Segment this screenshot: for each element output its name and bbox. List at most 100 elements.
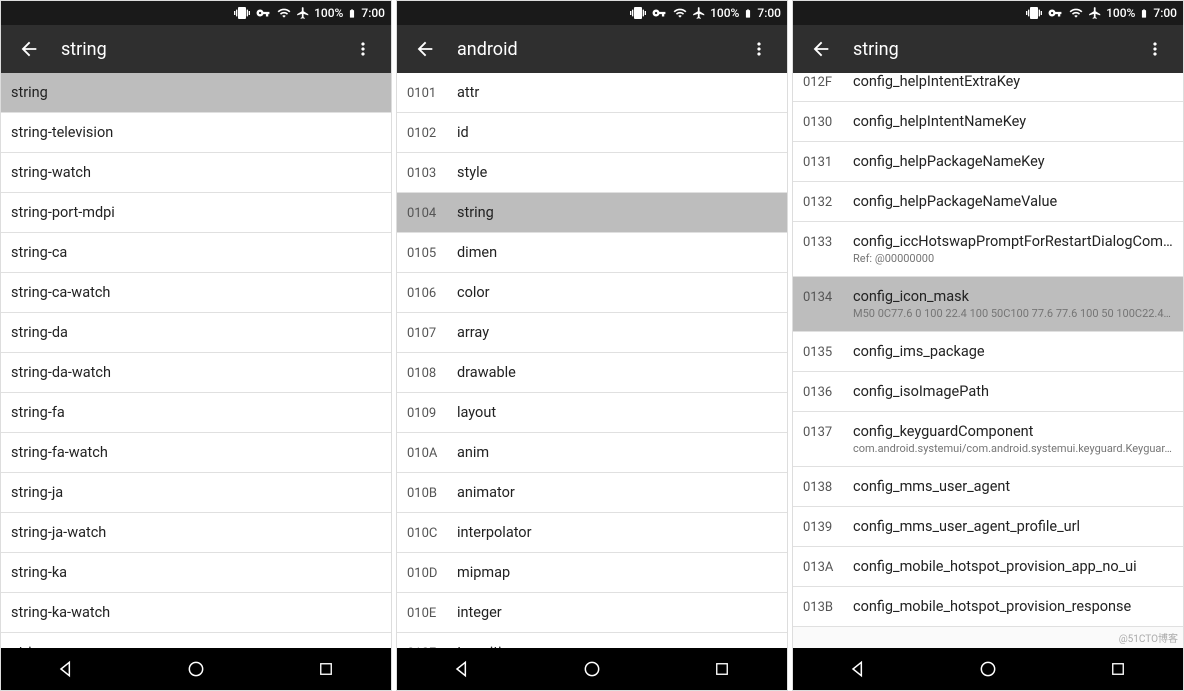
list-item-label: config_helpPackageNameKey <box>853 153 1173 170</box>
nav-recents-button[interactable] <box>692 648 752 690</box>
list-item-index: 0130 <box>803 113 841 130</box>
list-item[interactable]: 013Bconfig_mobile_hotspot_provision_resp… <box>793 587 1183 627</box>
list-view[interactable]: 012Fconfig_helpIntentExtraKey 0130config… <box>793 73 1183 648</box>
phone-screen: 100% 7:00 android 0101attr 0102id 0103st… <box>396 0 788 691</box>
list-item-label: interpolator <box>457 524 777 541</box>
list-item-index: 0105 <box>407 244 445 261</box>
list-item[interactable]: string-ca-watch <box>1 273 391 313</box>
list-item[interactable]: 010Ftransition <box>397 633 787 648</box>
list-item[interactable]: 0108drawable <box>397 353 787 393</box>
list-item-label: config_mobile_hotspot_provision_app_no_u… <box>853 558 1173 575</box>
triangle-back-icon <box>452 659 472 679</box>
nav-back-button[interactable] <box>432 648 492 690</box>
nav-recents-button[interactable] <box>1088 648 1148 690</box>
list-item[interactable]: 010Dmipmap <box>397 553 787 593</box>
square-recents-icon <box>1109 660 1127 678</box>
nav-home-button[interactable] <box>166 648 226 690</box>
list-item[interactable]: string-ca <box>1 233 391 273</box>
back-button[interactable] <box>9 29 49 69</box>
list-item-label: config_mobile_hotspot_provision_response <box>853 598 1173 615</box>
list-item[interactable]: 0133config_iccHotswapPromptForRestartDia… <box>793 222 1183 277</box>
list-item[interactable]: 0109layout <box>397 393 787 433</box>
list-view[interactable]: 0101attr 0102id 0103style 0104string 010… <box>397 73 787 648</box>
back-button[interactable] <box>801 29 841 69</box>
key-icon <box>1046 6 1064 20</box>
list-item[interactable]: 0105dimen <box>397 233 787 273</box>
list-item-label: config_mms_user_agent <box>853 478 1173 495</box>
list-item[interactable]: 010Cinterpolator <box>397 513 787 553</box>
list-item[interactable]: string-fa-watch <box>1 433 391 473</box>
list-item-index: 0101 <box>407 84 445 101</box>
list-item[interactable]: 0102id <box>397 113 787 153</box>
list-item[interactable]: 010Aanim <box>397 433 787 473</box>
list-item[interactable]: 0136 config_isoImagePath <box>793 372 1183 412</box>
list-item-label: config_isoImagePath <box>853 383 1173 400</box>
list-item[interactable]: 0137config_keyguardComponentcom.android.… <box>793 412 1183 467</box>
list-item-label: string-ka-watch <box>11 604 381 621</box>
list-item[interactable]: 0135config_ims_package <box>793 332 1183 372</box>
wifi-icon <box>276 6 292 20</box>
list-item[interactable]: string-pa <box>1 633 391 648</box>
list-item[interactable]: string-da <box>1 313 391 353</box>
list-item[interactable]: string-watch <box>1 153 391 193</box>
nav-home-button[interactable] <box>958 648 1018 690</box>
list-item[interactable]: 0131config_helpPackageNameKey <box>793 142 1183 182</box>
battery-icon <box>347 6 357 21</box>
back-button[interactable] <box>405 29 445 69</box>
list-item[interactable]: string-da-watch <box>1 353 391 393</box>
list-item[interactable]: string-fa <box>1 393 391 433</box>
list-item[interactable]: 0101attr <box>397 73 787 113</box>
list-item-label: config_icon_mask <box>853 288 1173 305</box>
key-icon <box>254 6 272 20</box>
list-item-label: string-port-mdpi <box>11 204 381 221</box>
list-item[interactable]: 013A config_mobile_hotspot_provision_app_… <box>793 547 1183 587</box>
phone-screen: 100% 7:00 string 012Fconfig_helpIntentEx… <box>792 0 1184 691</box>
list-item-subtext: com.android.systemui/com.android.systemu… <box>853 442 1173 455</box>
list-item-label: animator <box>457 484 777 501</box>
nav-back-button[interactable] <box>36 648 96 690</box>
clock-label: 7:00 <box>1153 6 1177 20</box>
list-item[interactable]: 0106color <box>397 273 787 313</box>
list-item-index: 0136 <box>803 383 841 400</box>
list-item[interactable]: 010Einteger <box>397 593 787 633</box>
clock-label: 7:00 <box>757 6 781 20</box>
list-view[interactable]: string string-television string-watch st… <box>1 73 391 648</box>
overflow-menu-button[interactable] <box>1135 29 1175 69</box>
nav-back-button[interactable] <box>828 648 888 690</box>
list-item-label: drawable <box>457 364 777 381</box>
list-item-label: string-ca-watch <box>11 284 381 301</box>
nav-home-button[interactable] <box>562 648 622 690</box>
list-item[interactable]: 0103style <box>397 153 787 193</box>
list-item[interactable]: string-port-mdpi <box>1 193 391 233</box>
list-item[interactable]: 0107array <box>397 313 787 353</box>
nav-recents-button[interactable] <box>296 648 356 690</box>
list-item-index: 010B <box>407 484 445 501</box>
list-item-index: 0132 <box>803 193 841 210</box>
list-item-index: 0104 <box>407 204 445 221</box>
list-item[interactable]: 0130config_helpIntentNameKey <box>793 102 1183 142</box>
list-item[interactable]: string-ja <box>1 473 391 513</box>
list-item[interactable]: string-ja-watch <box>1 513 391 553</box>
list-item[interactable]: 0134config_icon_maskM50 0C77.6 0 100 22.… <box>793 277 1183 332</box>
overflow-menu-button[interactable] <box>739 29 779 69</box>
list-item[interactable]: 0139config_mms_user_agent_profile_url <box>793 507 1183 547</box>
circle-home-icon <box>186 659 206 679</box>
status-bar: 100% 7:00 <box>1 1 391 25</box>
list-item[interactable]: 012Fconfig_helpIntentExtraKey <box>793 73 1183 102</box>
list-item[interactable]: 0132config_helpPackageNameValue <box>793 182 1183 222</box>
circle-home-icon <box>978 659 998 679</box>
list-item-label: integer <box>457 604 777 621</box>
list-item[interactable]: 010B animator <box>397 473 787 513</box>
list-item[interactable]: 0104string <box>397 193 787 233</box>
list-item-index: 013A <box>803 558 841 575</box>
list-item-index: 0107 <box>407 324 445 341</box>
list-item-label: string-fa-watch <box>11 444 381 461</box>
list-item[interactable]: string-ka-watch <box>1 593 391 633</box>
list-item-label: string-fa <box>11 404 381 421</box>
list-item[interactable]: string <box>1 73 391 113</box>
list-item[interactable]: string-television <box>1 113 391 153</box>
list-item-label: string-ja-watch <box>11 524 381 541</box>
overflow-menu-button[interactable] <box>343 29 383 69</box>
list-item[interactable]: 0138config_mms_user_agent <box>793 467 1183 507</box>
list-item[interactable]: string-ka <box>1 553 391 593</box>
